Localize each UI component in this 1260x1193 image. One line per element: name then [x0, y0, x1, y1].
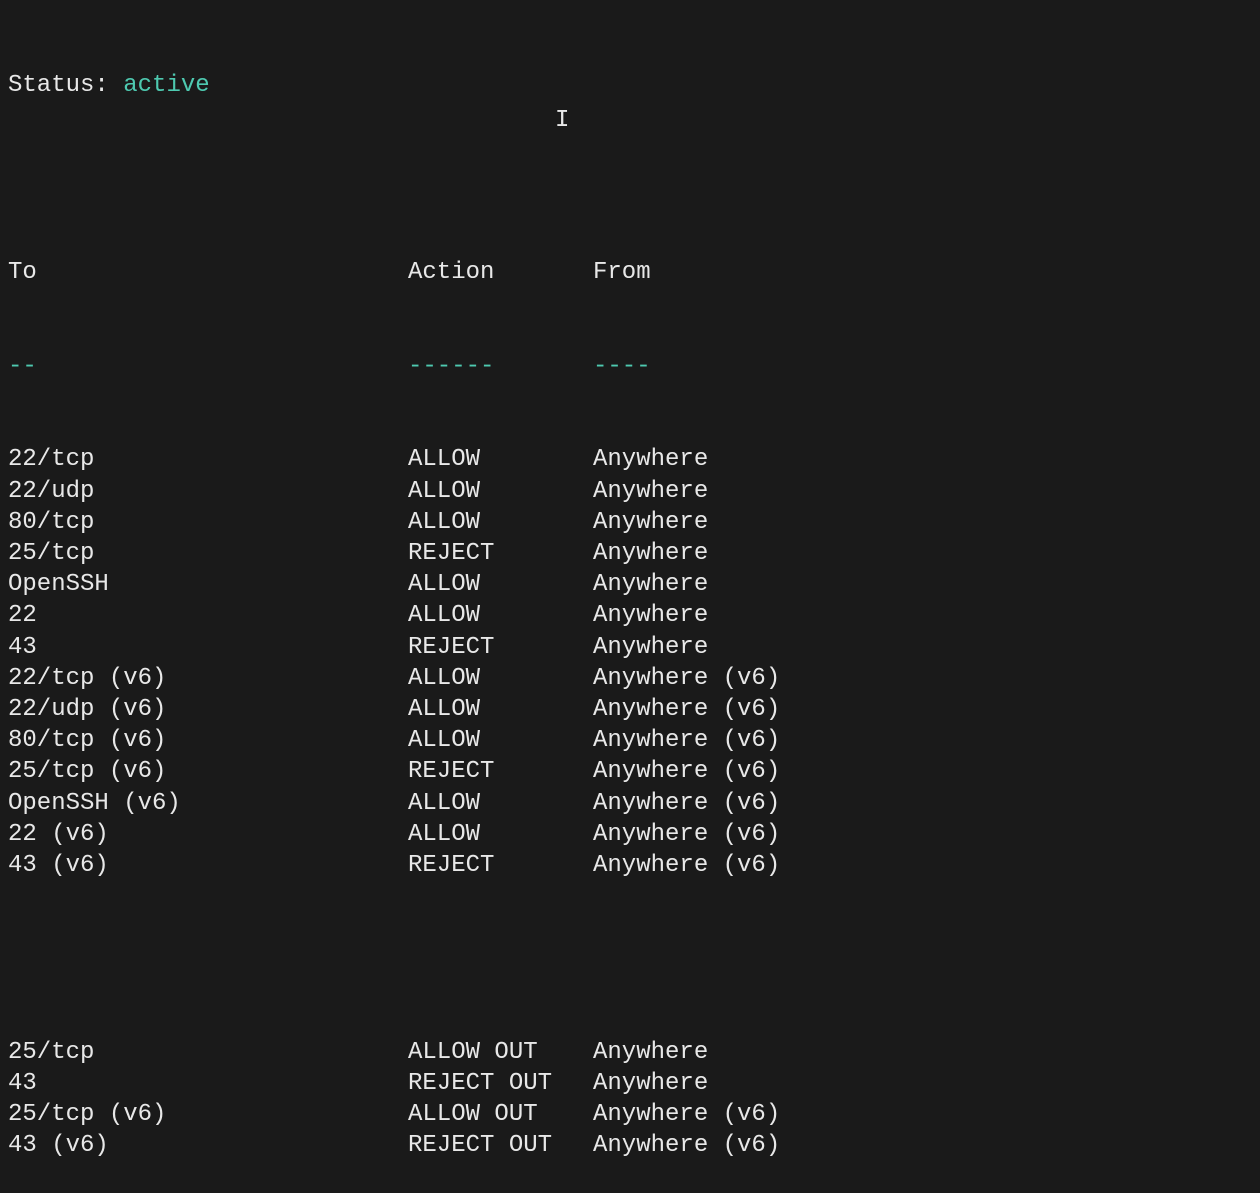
rule-from: Anywhere (v6): [593, 850, 1252, 881]
rule-from: Anywhere (v6): [593, 756, 1252, 787]
rule-from: Anywhere (v6): [593, 1130, 1252, 1161]
rule-to: 43 (v6): [8, 1130, 408, 1161]
text-cursor-icon: I: [555, 105, 557, 135]
rules-out-container: 25/tcpALLOW OUTAnywhere43REJECT OUTAnywh…: [8, 1037, 1252, 1162]
rule-to: 22/udp (v6): [8, 694, 408, 725]
rule-to: 80/tcp (v6): [8, 725, 408, 756]
rule-to: 25/tcp: [8, 538, 408, 569]
rule-action: REJECT OUT: [408, 1068, 593, 1099]
rule-row: 25/tcpALLOW OUTAnywhere: [8, 1037, 1252, 1068]
dashes-action: ------: [408, 351, 593, 382]
rule-row: 22 (v6)ALLOWAnywhere (v6): [8, 819, 1252, 850]
rule-from: Anywhere: [593, 476, 1252, 507]
rule-to: 22/tcp: [8, 444, 408, 475]
rule-from: Anywhere: [593, 1068, 1252, 1099]
rule-to: 25/tcp (v6): [8, 756, 408, 787]
rule-from: Anywhere (v6): [593, 788, 1252, 819]
rule-row: 43 (v6)REJECTAnywhere (v6): [8, 850, 1252, 881]
rule-action: ALLOW: [408, 476, 593, 507]
rules-in-container: 22/tcpALLOWAnywhere22/udpALLOWAnywhere80…: [8, 444, 1252, 881]
rule-to: 43 (v6): [8, 850, 408, 881]
rule-row: 43REJECT OUTAnywhere: [8, 1068, 1252, 1099]
rule-row: 43 (v6)REJECT OUTAnywhere (v6): [8, 1130, 1252, 1161]
rule-action: ALLOW OUT: [408, 1037, 593, 1068]
header-to: To: [8, 257, 408, 288]
rule-action: REJECT: [408, 538, 593, 569]
rule-from: Anywhere (v6): [593, 1099, 1252, 1130]
header-action: Action: [408, 257, 593, 288]
rule-from: Anywhere: [593, 507, 1252, 538]
status-line: Status: active: [8, 70, 1252, 101]
rule-row: OpenSSH (v6)ALLOWAnywhere (v6): [8, 788, 1252, 819]
rule-from: Anywhere: [593, 600, 1252, 631]
rule-from: Anywhere (v6): [593, 694, 1252, 725]
rule-action: ALLOW: [408, 663, 593, 694]
rule-action: REJECT: [408, 850, 593, 881]
blank-row: [8, 164, 1252, 195]
rule-to: 43: [8, 632, 408, 663]
dashes-from: ----: [593, 351, 1252, 382]
rule-action: ALLOW: [408, 600, 593, 631]
rule-from: Anywhere: [593, 538, 1252, 569]
rule-from: Anywhere: [593, 1037, 1252, 1068]
header-row: ToActionFrom: [8, 257, 1252, 288]
rule-to: 25/tcp (v6): [8, 1099, 408, 1130]
rule-to: 22 (v6): [8, 819, 408, 850]
rule-row: 22/udp (v6)ALLOWAnywhere (v6): [8, 694, 1252, 725]
rule-action: REJECT: [408, 632, 593, 663]
rule-row: 25/tcp (v6)REJECTAnywhere (v6): [8, 756, 1252, 787]
rule-action: ALLOW OUT: [408, 1099, 593, 1130]
rule-to: 22/udp: [8, 476, 408, 507]
rule-row: 80/tcpALLOWAnywhere: [8, 507, 1252, 538]
rule-action: ALLOW: [408, 788, 593, 819]
rule-row: OpenSSHALLOWAnywhere: [8, 569, 1252, 600]
rule-row: 80/tcp (v6)ALLOWAnywhere (v6): [8, 725, 1252, 756]
rule-row: 25/tcp (v6)ALLOW OUTAnywhere (v6): [8, 1099, 1252, 1130]
rule-row: 25/tcpREJECTAnywhere: [8, 538, 1252, 569]
header-from: From: [593, 257, 1252, 288]
rule-from: Anywhere (v6): [593, 725, 1252, 756]
dashes-to: --: [8, 351, 408, 382]
rule-from: Anywhere: [593, 632, 1252, 663]
rule-row: 22/tcpALLOWAnywhere: [8, 444, 1252, 475]
rule-action: REJECT OUT: [408, 1130, 593, 1161]
rule-action: ALLOW: [408, 444, 593, 475]
rule-action: REJECT: [408, 756, 593, 787]
rule-from: Anywhere (v6): [593, 663, 1252, 694]
status-label: Status:: [8, 70, 109, 101]
rule-to: 25/tcp: [8, 1037, 408, 1068]
rule-from: Anywhere (v6): [593, 819, 1252, 850]
rule-row: 43REJECTAnywhere: [8, 632, 1252, 663]
blank-row: [8, 943, 1252, 974]
rule-from: Anywhere: [593, 444, 1252, 475]
rule-to: OpenSSH: [8, 569, 408, 600]
rule-from: Anywhere: [593, 569, 1252, 600]
rule-row: 22ALLOWAnywhere: [8, 600, 1252, 631]
dashes-row: ------------: [8, 351, 1252, 382]
status-value: active: [123, 70, 209, 101]
rule-to: OpenSSH (v6): [8, 788, 408, 819]
rule-to: 80/tcp: [8, 507, 408, 538]
rule-to: 22: [8, 600, 408, 631]
rule-action: ALLOW: [408, 569, 593, 600]
rule-row: 22/tcp (v6)ALLOWAnywhere (v6): [8, 663, 1252, 694]
rule-to: 43: [8, 1068, 408, 1099]
rule-action: ALLOW: [408, 694, 593, 725]
terminal-output[interactable]: Status: active ToActionFrom ------------…: [8, 8, 1252, 1193]
rule-row: 22/udpALLOWAnywhere: [8, 476, 1252, 507]
rule-to: 22/tcp (v6): [8, 663, 408, 694]
rule-action: ALLOW: [408, 819, 593, 850]
rule-action: ALLOW: [408, 507, 593, 538]
rule-action: ALLOW: [408, 725, 593, 756]
